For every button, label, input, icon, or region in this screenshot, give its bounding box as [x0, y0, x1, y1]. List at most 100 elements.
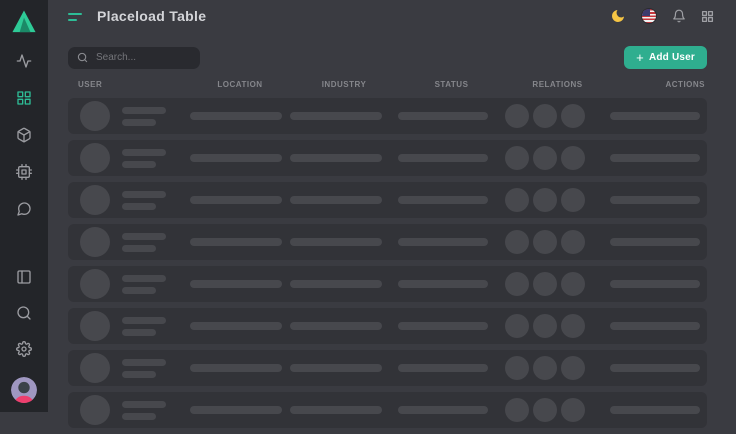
placeholder-bar — [290, 406, 382, 414]
cube-icon[interactable] — [16, 127, 32, 143]
grid-icon[interactable] — [16, 90, 32, 106]
placeholder-avatar — [80, 185, 110, 215]
placeholder-bar — [190, 196, 282, 204]
placeholder-relation-circle — [505, 272, 529, 296]
cell-status — [398, 196, 505, 204]
column-header-location: LOCATION — [190, 80, 290, 89]
placeholder-bar — [290, 154, 382, 162]
cell-user — [68, 311, 190, 341]
placeholder-relation-circle — [561, 146, 585, 170]
cell-status — [398, 280, 505, 288]
placeholder-avatar — [80, 227, 110, 257]
add-user-button[interactable]: + Add User — [624, 46, 707, 69]
apps-grid-icon[interactable] — [701, 10, 714, 23]
placeholder-bar — [398, 406, 488, 414]
placeholder-line — [122, 245, 156, 252]
cell-location — [190, 196, 290, 204]
placeholder-line — [122, 149, 166, 156]
cell-location — [190, 238, 290, 246]
cell-industry — [290, 154, 398, 162]
placeholder-relation-circle — [533, 146, 557, 170]
placeholder-avatar — [80, 101, 110, 131]
column-header-actions: ACTIONS — [610, 80, 707, 89]
placeholder-name-lines — [122, 317, 166, 336]
placeholder-line — [122, 287, 156, 294]
placeholder-name-lines — [122, 149, 166, 168]
table-row — [68, 266, 707, 302]
cell-location — [190, 280, 290, 288]
placeholder-bar — [398, 322, 488, 330]
placeholder-relation-circle — [505, 398, 529, 422]
table-row — [68, 140, 707, 176]
table-row — [68, 98, 707, 134]
placeholder-bar — [398, 238, 488, 246]
placeholder-action-bar — [610, 280, 700, 288]
table-row — [68, 308, 707, 344]
sidebar-nav-bottom — [11, 269, 37, 403]
placeholder-bar — [190, 112, 282, 120]
placeholder-bar — [190, 238, 282, 246]
placeholder-line — [122, 275, 166, 282]
us-flag-icon[interactable] — [641, 8, 657, 24]
sidebar-panel-icon[interactable] — [16, 269, 32, 285]
table-row — [68, 182, 707, 218]
placeholder-bar — [190, 364, 282, 372]
cell-status — [398, 364, 505, 372]
placeholder-relation-circle — [505, 104, 529, 128]
placeholder-avatar — [80, 353, 110, 383]
column-header-industry: INDUSTRY — [290, 80, 398, 89]
placeholder-bar — [190, 322, 282, 330]
moon-icon[interactable] — [610, 8, 626, 24]
cell-status — [398, 238, 505, 246]
app-logo-icon[interactable] — [11, 9, 37, 33]
search-input[interactable] — [94, 51, 191, 64]
placeholder-line — [122, 203, 156, 210]
activity-icon[interactable] — [16, 53, 32, 69]
menu-toggle-icon[interactable] — [68, 11, 82, 21]
cell-status — [398, 406, 505, 414]
placeholder-line — [122, 119, 156, 126]
cell-industry — [290, 364, 398, 372]
topbar-right — [610, 8, 714, 24]
gear-icon[interactable] — [16, 341, 32, 357]
placeholder-relation-circle — [533, 272, 557, 296]
add-user-label: Add User — [649, 52, 695, 63]
cell-industry — [290, 406, 398, 414]
cell-actions — [610, 322, 708, 330]
cell-location — [190, 322, 290, 330]
placeholder-relation-circle — [533, 230, 557, 254]
placeholder-bar — [290, 112, 382, 120]
placeholder-relation-circle — [561, 272, 585, 296]
placeholder-bar — [398, 280, 488, 288]
table-header: USER LOCATION INDUSTRY STATUS RELATIONS … — [68, 80, 707, 98]
cell-user — [68, 395, 190, 425]
placeholder-bar — [290, 364, 382, 372]
placeholder-line — [122, 317, 166, 324]
cell-user — [68, 185, 190, 215]
placeholder-relation-circle — [505, 146, 529, 170]
cell-industry — [290, 112, 398, 120]
placeholder-name-lines — [122, 401, 166, 420]
cell-relations — [505, 398, 610, 422]
placeholder-name-lines — [122, 233, 166, 252]
bell-icon[interactable] — [672, 9, 686, 23]
cell-actions — [610, 112, 708, 120]
search-icon[interactable] — [16, 305, 32, 321]
cell-status — [398, 322, 505, 330]
cell-relations — [505, 356, 610, 380]
sidebar — [0, 0, 48, 412]
cpu-icon[interactable] — [16, 164, 32, 180]
cell-status — [398, 154, 505, 162]
cell-relations — [505, 146, 610, 170]
main-area: Placeload Table + Add User USER LOCAT — [48, 0, 736, 412]
cell-industry — [290, 280, 398, 288]
search-icon — [77, 52, 88, 63]
placeholder-action-bar — [610, 322, 700, 330]
cell-relations — [505, 314, 610, 338]
cell-user — [68, 269, 190, 299]
placeholder-line — [122, 161, 156, 168]
user-avatar[interactable] — [11, 377, 37, 403]
placeholder-line — [122, 371, 156, 378]
placeholder-relation-circle — [533, 356, 557, 380]
chat-bubble-icon[interactable] — [16, 201, 32, 217]
